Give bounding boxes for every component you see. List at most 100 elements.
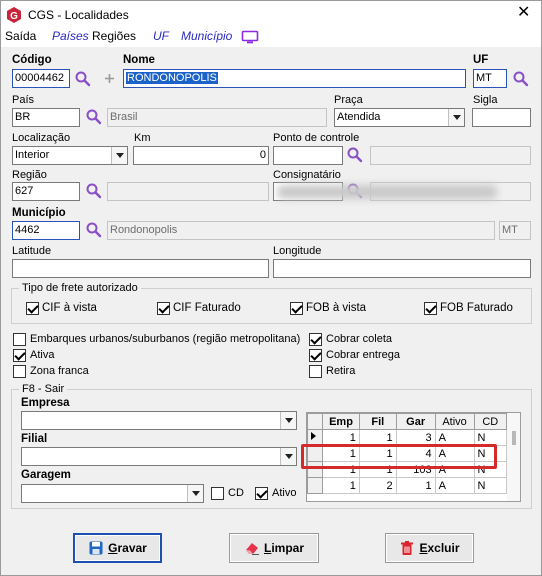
cd-label: CD [228,487,244,499]
empresa-select[interactable] [21,411,297,430]
menu-saida[interactable]: Saída [5,29,36,43]
uf-label: UF [473,54,489,66]
pais-name-display: Brasil [107,108,327,127]
save-icon [89,541,103,555]
limpar-button[interactable]: Limpar [229,533,319,563]
cell-fil: 2 [358,477,397,494]
gravar-button[interactable]: Gravar [73,533,162,563]
ponto-controle-input[interactable] [273,146,343,165]
menu-municipio[interactable]: Município [181,29,232,43]
sigla-label: Sigla [473,94,498,106]
svg-text:G: G [10,11,18,22]
chevron-down-icon[interactable] [280,448,296,465]
redacted-blur [277,185,497,199]
close-icon[interactable]: ✕ [517,4,530,22]
municipio-code-input[interactable]: 4462 [12,221,80,240]
eraser-icon [245,543,259,555]
consignatario-label: Consignatário [273,169,341,181]
excluir-button[interactable]: Excluir [385,533,474,563]
regiao-code-input[interactable]: 627 [12,182,80,201]
grid-indicator-header [307,413,324,430]
longitude-label: Longitude [273,245,322,257]
gravar-label: Gravar [108,541,147,555]
ativo-checkbox[interactable] [255,487,268,500]
ativa-label: Ativa [30,349,55,361]
filial-select[interactable] [21,447,297,466]
cobrar-coleta-checkbox[interactable] [309,333,322,346]
garagem-label: Garagem [21,469,71,481]
filial-label: Filial [21,433,48,445]
plus-icon[interactable] [104,73,115,84]
localizacao-value: Interior [15,149,50,161]
pais-code-input[interactable]: BR [12,108,80,127]
km-input[interactable]: 0 [133,146,269,165]
grid-col-fil[interactable]: Fil [358,413,397,430]
retira-checkbox[interactable] [309,365,322,378]
chevron-down-icon[interactable] [111,147,127,164]
table-row[interactable]: 1 2 1 A N [307,477,508,494]
chevron-down-icon[interactable] [187,485,203,502]
fob-faturado-label: FOB Faturado [440,302,513,314]
g-logo-icon: G [7,7,21,23]
municipio-uf-display: MT [499,221,531,240]
cobrar-coleta-label: Cobrar coleta [326,333,393,345]
nome-input[interactable]: RONDONOPOLIS [123,69,466,88]
nome-label: Nome [123,54,155,66]
excluir-label: Excluir [419,541,460,555]
cobrar-entrega-checkbox[interactable] [309,349,322,362]
sigla-input[interactable] [472,108,531,127]
menu-paises[interactable]: Países [52,29,89,43]
praca-value: Atendida [337,111,381,123]
localidades-window: G CGS - Localidades ✕ Saída Países Regiõ… [0,0,542,576]
localizacao-label: Localização [12,132,71,144]
municipio-name-display: Rondonopolis [107,221,495,240]
menu-uf[interactable]: UF [153,29,169,43]
grid-scroll-thumb[interactable] [512,431,516,445]
codigo-input[interactable]: 00004462 [12,69,70,88]
search-regiao-icon[interactable] [85,182,103,200]
longitude-input[interactable] [273,259,531,278]
menu-bar: Saída Países Regiões UF Município [1,29,541,47]
latitude-input[interactable] [12,259,269,278]
cif-vista-checkbox[interactable] [26,302,39,315]
title-bar: G CGS - Localidades ✕ [1,1,541,29]
search-uf-icon[interactable] [512,70,530,88]
garagem-select[interactable] [21,484,204,503]
search-municipio-icon[interactable] [85,221,103,239]
trash-icon [401,541,414,555]
chevron-down-icon[interactable] [448,109,464,126]
regiao-label: Região [12,169,47,181]
monitor-icon[interactable] [241,30,259,45]
chevron-down-icon[interactable] [280,412,296,429]
grid-scrollbar[interactable] [507,413,520,501]
localizacao-select[interactable]: Interior [12,146,128,165]
cif-faturado-checkbox[interactable] [157,302,170,315]
ativo-label: Ativo [272,487,297,499]
ativa-checkbox[interactable] [13,349,26,362]
zona-franca-label: Zona franca [30,365,89,377]
uf-input[interactable]: MT [473,69,507,88]
search-codigo-icon[interactable] [74,70,92,88]
latitude-label: Latitude [12,245,52,257]
cd-checkbox[interactable] [211,487,224,500]
zona-franca-checkbox[interactable] [13,365,26,378]
current-row-arrow-icon [311,432,316,440]
grid-col-emp[interactable]: Emp [322,413,360,430]
fob-faturado-checkbox[interactable] [424,302,437,315]
grid-col-ativo[interactable]: Ativo [434,413,475,430]
praca-select[interactable]: Atendida [334,108,465,127]
fob-vista-checkbox[interactable] [290,302,303,315]
menu-regioes[interactable]: Regiões [92,29,136,43]
pais-label: País [12,94,35,106]
embarques-urbanos-checkbox[interactable] [13,333,26,346]
nome-value: RONDONOPOLIS [126,72,218,84]
grid-col-gar[interactable]: Gar [395,413,436,430]
row-highlight-annotation [301,444,497,469]
search-pais-icon[interactable] [85,108,103,126]
grid-col-cd[interactable]: CD [473,413,508,430]
search-ponto-controle-icon[interactable] [346,146,364,164]
municipio-label: Município [12,207,66,219]
fob-vista-label: FOB à vista [306,302,367,314]
ponto-controle-label: Ponto de controle [273,132,360,144]
cell-emp: 1 [322,477,360,494]
